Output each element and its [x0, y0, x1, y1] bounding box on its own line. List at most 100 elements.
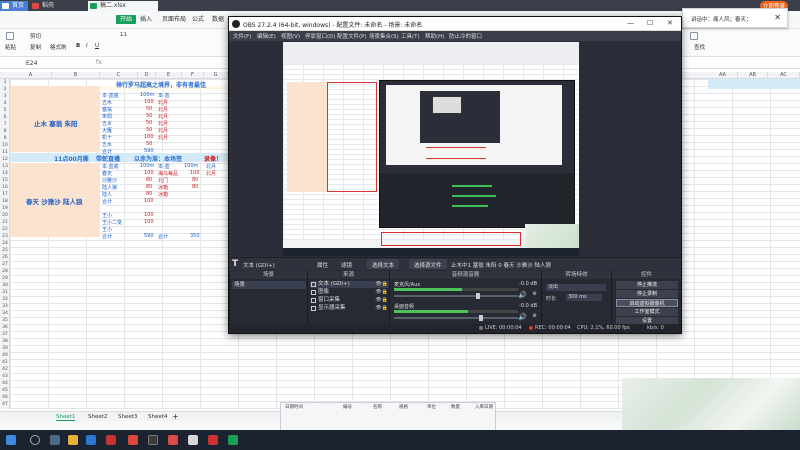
column-header-aa[interactable]: AA — [708, 72, 738, 79]
pdf-icon[interactable] — [208, 435, 218, 445]
cell[interactable]: 590 — [144, 233, 154, 239]
app-icon[interactable] — [168, 435, 178, 445]
cell[interactable]: 五水 — [102, 120, 112, 127]
row-header[interactable]: 7 — [0, 121, 10, 128]
obs-menu-scene-collection[interactable]: 场景集合(S) — [369, 32, 399, 40]
cell[interactable]: 冰箱 — [158, 191, 168, 198]
select-text-button[interactable]: 选择文本 — [367, 259, 400, 269]
cell[interactable]: 冰箱 — [158, 184, 168, 191]
cell-reference-box[interactable]: E24 — [12, 60, 68, 68]
row-header[interactable]: 23 — [0, 233, 10, 240]
sheet-title-2d[interactable]: 录像！ — [204, 154, 222, 163]
cell[interactable]: 北门 — [158, 177, 168, 184]
row-header[interactable]: 37 — [0, 331, 10, 338]
cell[interactable]: 北月 — [158, 106, 168, 113]
sheet-title-2b[interactable]: 带蛇直播 — [96, 154, 120, 163]
row-header[interactable]: 3 — [0, 93, 10, 100]
row-header[interactable]: 15 — [0, 177, 10, 184]
cell[interactable]: 80 — [192, 184, 198, 190]
cell[interactable]: 王小 — [102, 212, 112, 219]
speaker-icon[interactable]: 🔊 — [518, 313, 527, 321]
tab-spreadsheet[interactable]: 稿二.xlsx — [88, 1, 158, 11]
column-header-b[interactable]: B — [52, 72, 100, 79]
row-header[interactable]: 38 — [0, 338, 10, 345]
sheet-tab-4[interactable]: Sheet4 — [148, 413, 167, 421]
cell[interactable]: 合计 — [102, 233, 112, 240]
source-item[interactable]: 显示器采集 👁🔒 — [310, 305, 390, 312]
row-header[interactable]: 20 — [0, 212, 10, 219]
obs-menu-help[interactable]: 帮助(H) — [425, 32, 444, 40]
speaker-icon[interactable]: 🔊 — [518, 291, 527, 299]
transition-type-select[interactable]: 淡出 — [546, 284, 606, 291]
eye-icon[interactable]: 👁🔒 — [375, 289, 388, 296]
filters-button[interactable]: 滤镜 — [341, 261, 352, 269]
row-header[interactable]: 2 — [0, 86, 10, 93]
row-header[interactable]: 19 — [0, 205, 10, 212]
menu-formula[interactable]: 公式 — [192, 15, 204, 24]
copy-button[interactable]: 复制 — [30, 43, 41, 51]
menu-start[interactable]: 开始 — [116, 15, 137, 24]
sheet-title-2[interactable]: 11点00月撕 — [54, 154, 89, 163]
column-header-e[interactable]: E — [156, 72, 182, 79]
row-header[interactable]: 1 — [0, 79, 10, 86]
cell[interactable]: 100m — [184, 163, 198, 169]
cell[interactable]: 北月 — [158, 99, 168, 106]
cell[interactable]: 塞翁 — [102, 106, 112, 113]
cell-total-label[interactable]: 合计 — [158, 233, 168, 240]
cell[interactable]: 50 — [146, 127, 152, 133]
row-header[interactable]: 18 — [0, 198, 10, 205]
start-virtual-camera-button[interactable]: 启动虚拟摄像机 — [616, 299, 678, 307]
row-header[interactable]: 41 — [0, 359, 10, 366]
menu-page-layout[interactable]: 页面布局 — [162, 15, 186, 24]
column-header-ac[interactable]: AC — [768, 72, 800, 79]
duration-input[interactable]: 300 ms — [566, 294, 602, 301]
cell[interactable]: 合计 — [102, 198, 112, 205]
cell[interactable]: 北月 — [158, 127, 168, 134]
column-header-a[interactable]: A — [10, 72, 52, 79]
row-header[interactable]: 11 — [0, 149, 10, 156]
cell[interactable]: 100 — [144, 219, 154, 225]
tab-template[interactable]: 稻壳 — [30, 1, 82, 11]
cell[interactable]: 五水 — [102, 141, 112, 148]
cell[interactable]: 80 — [192, 177, 198, 183]
cell[interactable]: 王小二变 — [102, 219, 122, 226]
menu-insert[interactable]: 插入 — [140, 15, 152, 24]
column-header-c[interactable]: C — [100, 72, 138, 79]
edge-icon[interactable] — [86, 435, 96, 445]
cell[interactable]: 100 — [144, 134, 154, 140]
cell[interactable]: 北月 — [158, 113, 168, 120]
cell[interactable]: 合计 — [102, 148, 112, 155]
obs-menu-file[interactable]: 文件(F) — [233, 32, 251, 40]
cell[interactable]: 五水 — [102, 99, 112, 106]
row-header[interactable]: 29 — [0, 275, 10, 282]
row-header[interactable]: 34 — [0, 310, 10, 317]
cell[interactable]: 陆人 — [102, 191, 112, 198]
cell[interactable]: 海马每品 — [158, 170, 178, 177]
cell[interactable]: 陆人狼 — [102, 184, 117, 191]
row-header[interactable]: 16 — [0, 184, 10, 191]
spreadsheet-taskbar-icon[interactable] — [228, 435, 238, 445]
row-header[interactable]: 43 — [0, 373, 10, 380]
row-header[interactable]: 17 — [0, 191, 10, 198]
cell[interactable]: 100m — [140, 92, 154, 98]
cell[interactable]: 80 — [146, 184, 152, 190]
sheet-title-1[interactable]: 禅行罗马超高之境界，非有者最佳 — [116, 80, 206, 89]
image-viewer-icon[interactable] — [188, 435, 198, 445]
volume-slider[interactable] — [394, 293, 518, 299]
row-header[interactable]: 13 — [0, 163, 10, 170]
sheet-tab-1[interactable]: Sheet1 — [56, 413, 76, 421]
cell[interactable]: 本·蓝 — [158, 163, 170, 170]
row-header[interactable]: 9 — [0, 135, 10, 142]
cell[interactable]: 大雁 — [102, 127, 112, 134]
settings-gear-icon[interactable]: ⚙ — [533, 313, 537, 319]
cell[interactable]: 春天 — [102, 170, 112, 177]
obs-preview[interactable] — [283, 42, 579, 256]
source-item[interactable]: 图像 👁🔒 — [310, 289, 390, 296]
source-item[interactable]: 文本 (GDI+) 👁🔒 — [310, 281, 390, 288]
search-icon[interactable] — [30, 435, 40, 445]
source-item[interactable]: 窗口采集 👁🔒 — [310, 297, 390, 304]
group-2-names[interactable]: 春天 沙雅沙 陆人狼 — [26, 196, 83, 206]
volume-slider-knob[interactable] — [476, 293, 481, 299]
row-header[interactable]: 4 — [0, 100, 10, 107]
cell[interactable]: 100 — [144, 170, 154, 176]
